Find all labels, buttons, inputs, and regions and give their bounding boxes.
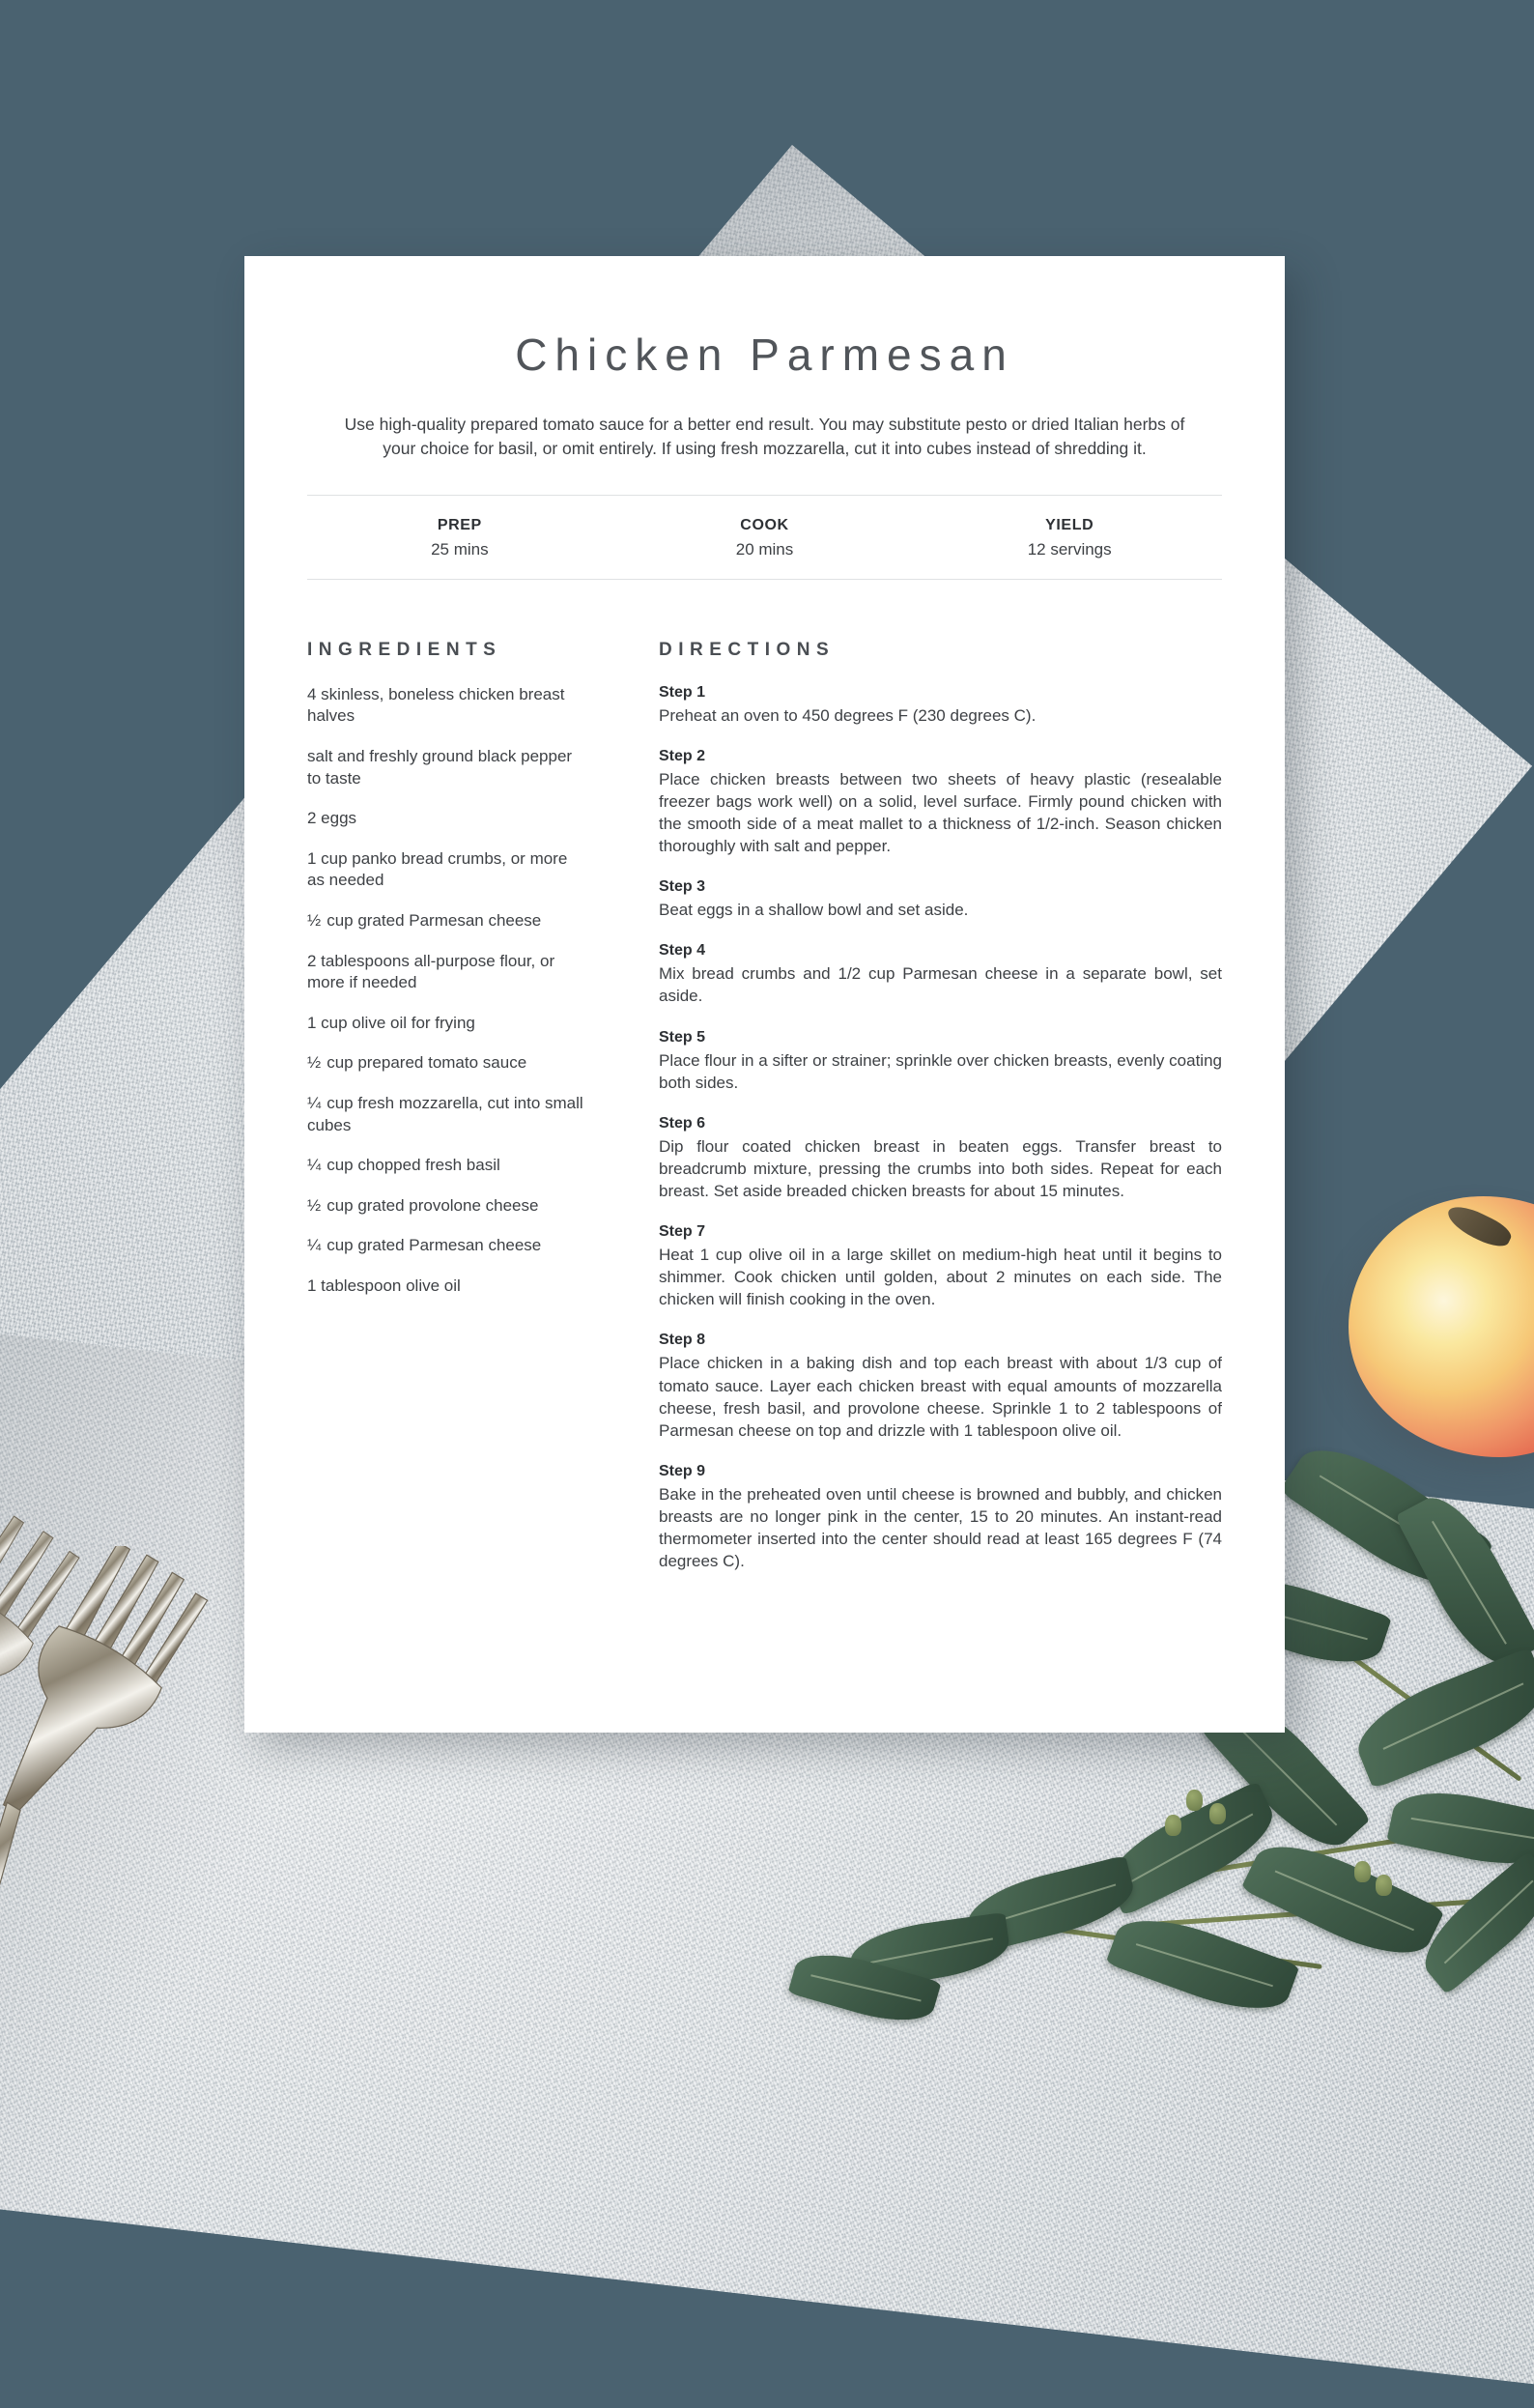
ingredients-column: INGREDIENTS 4 skinless, boneless chicken… <box>307 640 626 1316</box>
step-text: Dip flour coated chicken breast in beate… <box>659 1136 1222 1200</box>
ingredient-item: 2 tablespoons all-purpose flour, or more… <box>307 951 587 994</box>
step-text: Bake in the preheated oven until cheese … <box>659 1484 1222 1571</box>
ingredient-item: ½ cup grated provolone cheese <box>307 1195 587 1218</box>
step-text: Place chicken in a baking dish and top e… <box>659 1354 1222 1440</box>
direction-step: Step 6 Dip flour coated chicken breast in… <box>659 1115 1222 1202</box>
ingredient-fraction: ½ <box>307 1053 322 1073</box>
page-title: Chicken Parmesan <box>515 330 1014 380</box>
step-label: Step 8 <box>659 1332 706 1349</box>
ingredient-text: salt and freshly ground black pepper to … <box>307 746 573 788</box>
recipe-card: Chicken Parmesan Use high-quality prepar… <box>244 256 1285 1733</box>
direction-step: Step 9 Bake in the preheated oven until c… <box>659 1463 1222 1572</box>
ingredient-text: cup chopped fresh basil <box>327 1156 500 1175</box>
directions-heading: DIRECTIONS <box>659 639 836 660</box>
stat-value: 12 servings <box>1027 539 1112 559</box>
ingredients-heading: INGREDIENTS <box>307 639 502 660</box>
step-label: Step 4 <box>659 942 706 960</box>
ingredient-item: 1 cup olive oil for frying <box>307 1013 587 1035</box>
step-label: Step 6 <box>659 1114 706 1132</box>
ingredient-text: 4 skinless, boneless chicken breast halv… <box>307 684 565 726</box>
stat-label: COOK <box>740 516 789 533</box>
stat-value: 20 mins <box>735 539 794 559</box>
ingredient-text: cup grated provolone cheese <box>327 1195 539 1215</box>
step-label: Step 3 <box>659 878 706 896</box>
ingredient-fraction: ¼ <box>307 1094 322 1112</box>
recipe-body: INGREDIENTS 4 skinless, boneless chicken… <box>307 640 1222 1594</box>
step-text: Place chicken breasts between two sheets… <box>659 769 1222 856</box>
stat-label: YIELD <box>1045 516 1094 533</box>
ingredient-text: 1 tablespoon olive oil <box>307 1276 461 1296</box>
ingredient-item: ¼ cup fresh mozzarella, cut into small cu… <box>307 1093 587 1136</box>
ingredient-fraction: ¼ <box>307 1236 322 1255</box>
step-text: Heat 1 cup olive oil in a large skillet … <box>659 1246 1222 1309</box>
direction-step: Step 7 Heat 1 cup olive oil in a large sk… <box>659 1223 1222 1310</box>
ingredient-item: ¼ cup chopped fresh basil <box>307 1155 587 1177</box>
ingredient-item: ¼ cup grated Parmesan cheese <box>307 1235 587 1257</box>
ingredient-item: 2 eggs <box>307 808 587 830</box>
ingredient-item: 1 cup panko bread crumbs, or more as nee… <box>307 848 587 892</box>
recipe-stats: PREP 25 mins COOK 20 mins YIELD 12 servi… <box>307 494 1222 580</box>
stat-prep: PREP 25 mins <box>307 517 612 559</box>
ingredient-item: 1 tablespoon olive oil <box>307 1276 587 1298</box>
step-label: Step 9 <box>659 1462 706 1479</box>
ingredient-item: ½ cup prepared tomato sauce <box>307 1052 587 1075</box>
directions-column: DIRECTIONS Step 1 Preheat an oven to 450 … <box>659 640 1222 1594</box>
ingredient-text: cup grated Parmesan cheese <box>327 1236 542 1255</box>
ingredient-text: 1 cup olive oil for frying <box>307 1013 475 1032</box>
direction-step: Step 2 Place chicken breasts between two … <box>659 748 1222 857</box>
recipe-description: Use high-quality prepared tomato sauce f… <box>344 415 1185 458</box>
direction-step: Step 8 Place chicken in a baking dish and… <box>659 1332 1222 1441</box>
step-text: Mix bread crumbs and 1/2 cup Parmesan ch… <box>659 964 1222 1006</box>
step-label: Step 2 <box>659 747 706 764</box>
stat-cook: COOK 20 mins <box>612 517 918 559</box>
ingredient-text: 2 tablespoons all-purpose flour, or more… <box>307 951 555 992</box>
ingredient-text: cup fresh mozzarella, cut into small cub… <box>307 1094 583 1134</box>
step-label: Step 1 <box>659 683 706 701</box>
stat-value: 25 mins <box>431 539 489 559</box>
stat-label: PREP <box>437 516 482 533</box>
direction-step: Step 5 Place flour in a sifter or straine… <box>659 1029 1222 1094</box>
ingredient-fraction: ½ <box>307 1195 322 1215</box>
ingredients-list: 4 skinless, boneless chicken breast halv… <box>307 684 626 1298</box>
ingredient-item: salt and freshly ground black pepper to … <box>307 746 587 789</box>
step-text: Place flour in a sifter or strainer; spr… <box>659 1050 1222 1092</box>
direction-step: Step 4 Mix bread crumbs and 1/2 cup Parme… <box>659 942 1222 1007</box>
ingredient-text: 1 cup panko bread crumbs, or more as nee… <box>307 848 568 890</box>
step-text: Beat eggs in a shallow bowl and set asid… <box>659 901 969 920</box>
stat-yield: YIELD 12 servings <box>917 517 1222 559</box>
directions-list: Step 1 Preheat an oven to 450 degrees F (… <box>659 684 1222 1573</box>
direction-step: Step 1 Preheat an oven to 450 degrees F (… <box>659 684 1222 727</box>
ingredient-item: ½ cup grated Parmesan cheese <box>307 910 587 932</box>
ingredient-fraction: ¼ <box>307 1156 322 1175</box>
ingredient-fraction: ½ <box>307 910 322 930</box>
ingredient-text: 2 eggs <box>307 809 357 828</box>
step-text: Preheat an oven to 450 degrees F (230 de… <box>659 705 1037 725</box>
direction-step: Step 3 Beat eggs in a shallow bowl and se… <box>659 878 1222 921</box>
step-label: Step 7 <box>659 1223 706 1241</box>
ingredient-item: 4 skinless, boneless chicken breast halv… <box>307 684 587 728</box>
step-label: Step 5 <box>659 1028 706 1046</box>
ingredient-text: cup grated Parmesan cheese <box>327 910 542 930</box>
ingredient-text: cup prepared tomato sauce <box>327 1053 527 1073</box>
